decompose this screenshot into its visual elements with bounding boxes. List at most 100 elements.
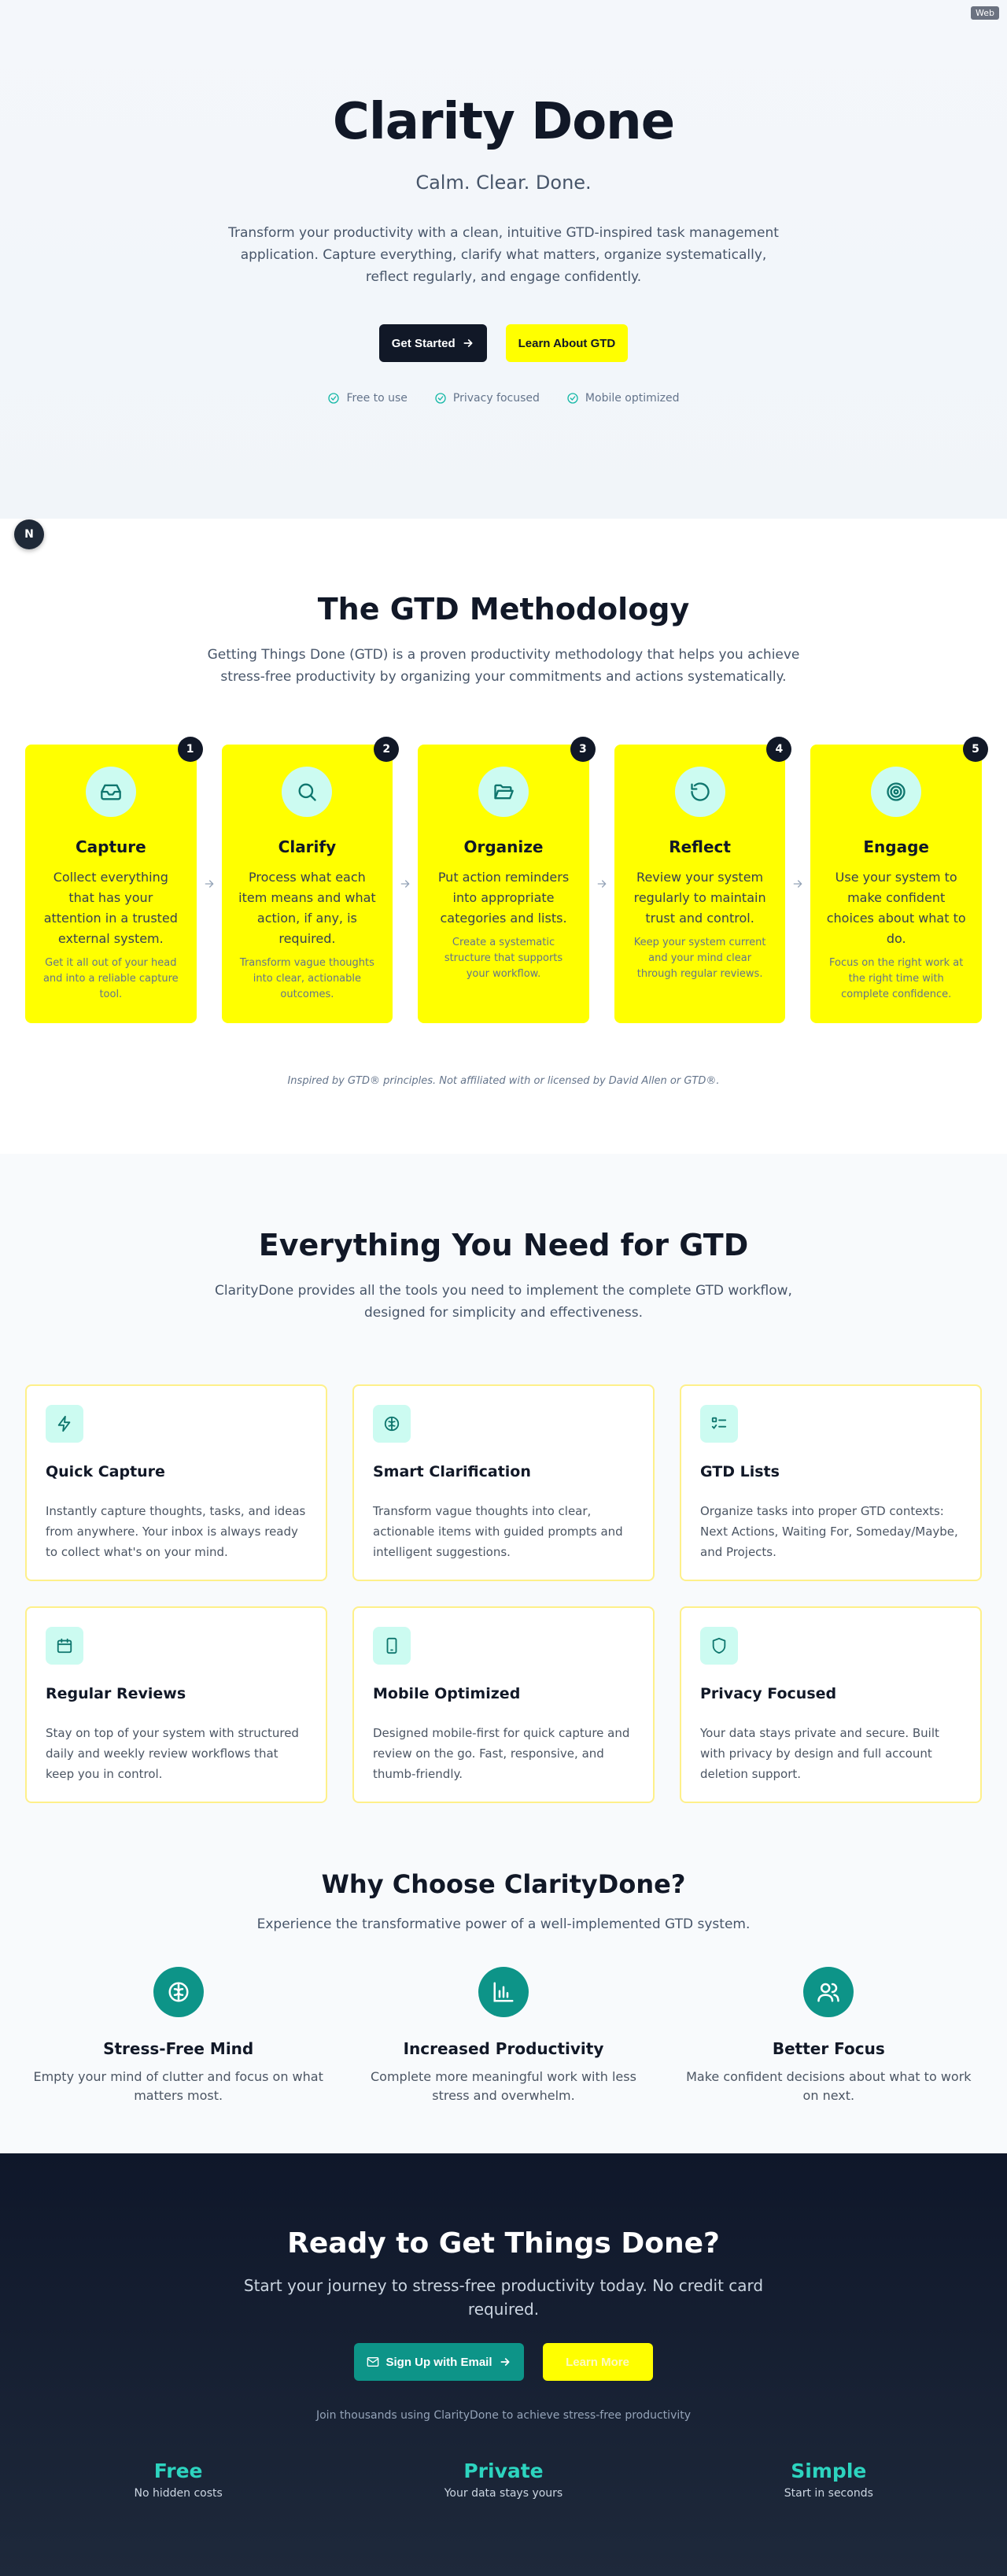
feature-card-smart-clarification: Smart Clarification Transform vague thou… xyxy=(352,1384,655,1581)
chevron-right-icon xyxy=(393,745,418,1023)
learn-about-gtd-button[interactable]: Learn About GTD xyxy=(505,324,629,362)
cta-section: Ready to Get Things Done? Start your jou… xyxy=(0,2153,1007,2576)
feature-text: Your data stays private and secure. Buil… xyxy=(700,1726,939,1781)
feature-icon-box xyxy=(46,1405,83,1443)
icon-circle xyxy=(871,767,922,817)
step-description: Collect everything that has your attenti… xyxy=(43,870,178,946)
feature-card-quick-capture: Quick Capture Instantly capture thoughts… xyxy=(25,1384,327,1581)
feature-text: Transform vague thoughts into clear, act… xyxy=(373,1504,623,1559)
step-note: Keep your system current and your mind c… xyxy=(633,937,766,980)
users-icon xyxy=(817,1983,840,2002)
folder-open-icon xyxy=(494,784,514,800)
cta-subtitle: Start your journey to stress-free produc… xyxy=(243,2276,764,2319)
step-title: Reflect xyxy=(669,837,731,856)
check-label: Mobile optimized xyxy=(585,392,680,405)
feature-text: Designed mobile-first for quick capture … xyxy=(373,1726,630,1781)
feature-card-regular-reviews: Regular Reviews Stay on top of your syst… xyxy=(25,1606,327,1803)
benefit-title: Increased Productivity xyxy=(403,2039,604,2058)
stat-item: Private Your data stays yours xyxy=(341,2460,666,2500)
check-label: Privacy focused xyxy=(452,392,540,405)
stat-item: Simple Start in seconds xyxy=(666,2460,991,2500)
get-started-button[interactable]: Get Started xyxy=(378,324,487,362)
feature-title: Regular Reviews xyxy=(46,1685,186,1702)
check-circle-icon xyxy=(328,393,340,404)
arrow-right-icon xyxy=(500,2358,509,2366)
step-description: Use your system to make confident choice… xyxy=(826,870,966,946)
feature-card-privacy-focused: Privacy Focused Your data stays private … xyxy=(680,1606,982,1803)
brain-icon xyxy=(168,1982,189,2002)
benefit-icon-circle xyxy=(153,1967,204,2017)
feature-title: Smart Clarification xyxy=(373,1463,531,1480)
feature-icon-box xyxy=(700,1405,738,1443)
environment-tag: Web xyxy=(971,6,999,20)
benefit-productivity: Increased Productivity Complete more mea… xyxy=(341,1967,666,2105)
step-card-organize: 3 Organize Put action reminders into app… xyxy=(418,737,596,1023)
step-note: Create a systematic structure that suppo… xyxy=(444,937,563,980)
gtd-steps: 1 Capture Collect everything that has yo… xyxy=(0,737,1007,1023)
features-grid: Quick Capture Instantly capture thoughts… xyxy=(25,1384,982,1803)
brain-icon xyxy=(384,1416,400,1432)
feature-icon-box xyxy=(373,1627,411,1665)
hero-checks: Free to use Privacy focused Mobile optim… xyxy=(0,392,1007,405)
benefit-icon-circle xyxy=(803,1967,854,2017)
list-checks-icon xyxy=(711,1417,727,1429)
hero-section: Clarity Done Calm. Clear. Done. Transfor… xyxy=(0,0,1007,519)
feature-text: Instantly capture thoughts, tasks, and i… xyxy=(46,1504,306,1559)
feature-icon-box xyxy=(46,1627,83,1665)
icon-circle xyxy=(478,767,529,817)
dev-tools-badge[interactable]: N xyxy=(14,519,44,549)
sign-up-email-button[interactable]: Sign Up with Email xyxy=(354,2343,524,2381)
rotate-icon xyxy=(690,782,710,801)
learn-more-button[interactable]: Learn More xyxy=(542,2343,653,2381)
why-title: Why Choose ClarityDone? xyxy=(321,1869,686,1899)
hero-title: Clarity Done xyxy=(332,93,675,151)
smartphone-icon xyxy=(386,1637,397,1654)
search-icon xyxy=(298,783,317,801)
step-title: Organize xyxy=(463,837,544,856)
sign-up-label: Sign Up with Email xyxy=(385,2355,492,2369)
benefit-stress-free: Stress-Free Mind Empty your mind of clut… xyxy=(16,1967,341,2105)
step-number: 5 xyxy=(963,737,989,762)
hero-description: Transform your productivity with a clean… xyxy=(228,225,779,285)
benefits-row: Stress-Free Mind Empty your mind of clut… xyxy=(16,1967,991,2105)
inbox-icon xyxy=(100,784,121,800)
stat-value: Free xyxy=(153,2460,203,2482)
check-item: Mobile optimized xyxy=(566,392,680,405)
check-item: Free to use xyxy=(327,392,408,405)
gtd-methodology-section: The GTD Methodology Getting Things Done … xyxy=(0,519,1007,1154)
step-description: Review your system regularly to maintain… xyxy=(633,870,766,926)
gtd-disclaimer: Inspired by GTD® principles. Not affilia… xyxy=(287,1075,720,1087)
icon-circle xyxy=(674,767,725,817)
step-number: 1 xyxy=(177,737,203,762)
benefit-focus: Better Focus Make confident decisions ab… xyxy=(666,1967,991,2105)
hero-tagline: Calm. Clear. Done. xyxy=(415,172,592,194)
why-choose-section: Why Choose ClarityDone? Experience the t… xyxy=(0,1869,1007,2105)
target-icon xyxy=(887,782,906,801)
step-title: Clarify xyxy=(278,837,337,856)
zap-icon xyxy=(57,1415,71,1432)
step-card-clarify: 2 Clarify Process what each item means a… xyxy=(221,737,400,1023)
gtd-title: The GTD Methodology xyxy=(317,592,690,626)
cta-stats: Free No hidden costs Private Your data s… xyxy=(16,2460,991,2500)
learn-about-gtd-label: Learn About GTD xyxy=(518,336,616,350)
feature-title: Mobile Optimized xyxy=(373,1685,521,1702)
chevron-right-icon xyxy=(589,745,614,1023)
feature-card-mobile-optimized: Mobile Optimized Designed mobile-first f… xyxy=(352,1606,655,1803)
stat-label: Start in seconds xyxy=(784,2487,873,2500)
stat-value: Private xyxy=(463,2460,544,2482)
why-subtitle: Experience the transformative power of a… xyxy=(256,1916,751,1932)
check-circle-icon xyxy=(435,393,446,404)
feature-icon-box xyxy=(373,1405,411,1443)
calendar-icon xyxy=(57,1638,72,1654)
step-note: Get it all out of your head and into a r… xyxy=(42,957,179,1000)
feature-title: Privacy Focused xyxy=(700,1685,837,1702)
arrow-right-icon xyxy=(463,339,473,347)
check-label: Free to use xyxy=(346,392,408,405)
feature-text: Organize tasks into proper GTD contexts:… xyxy=(700,1504,958,1559)
step-title: Capture xyxy=(75,837,146,856)
stat-label: No hidden costs xyxy=(134,2487,223,2500)
features-title: Everything You Need for GTD xyxy=(258,1228,749,1262)
benefit-title: Stress-Free Mind xyxy=(103,2039,254,2058)
step-card-reflect: 4 Reflect Review your system regularly t… xyxy=(614,737,792,1023)
icon-circle xyxy=(282,767,333,817)
